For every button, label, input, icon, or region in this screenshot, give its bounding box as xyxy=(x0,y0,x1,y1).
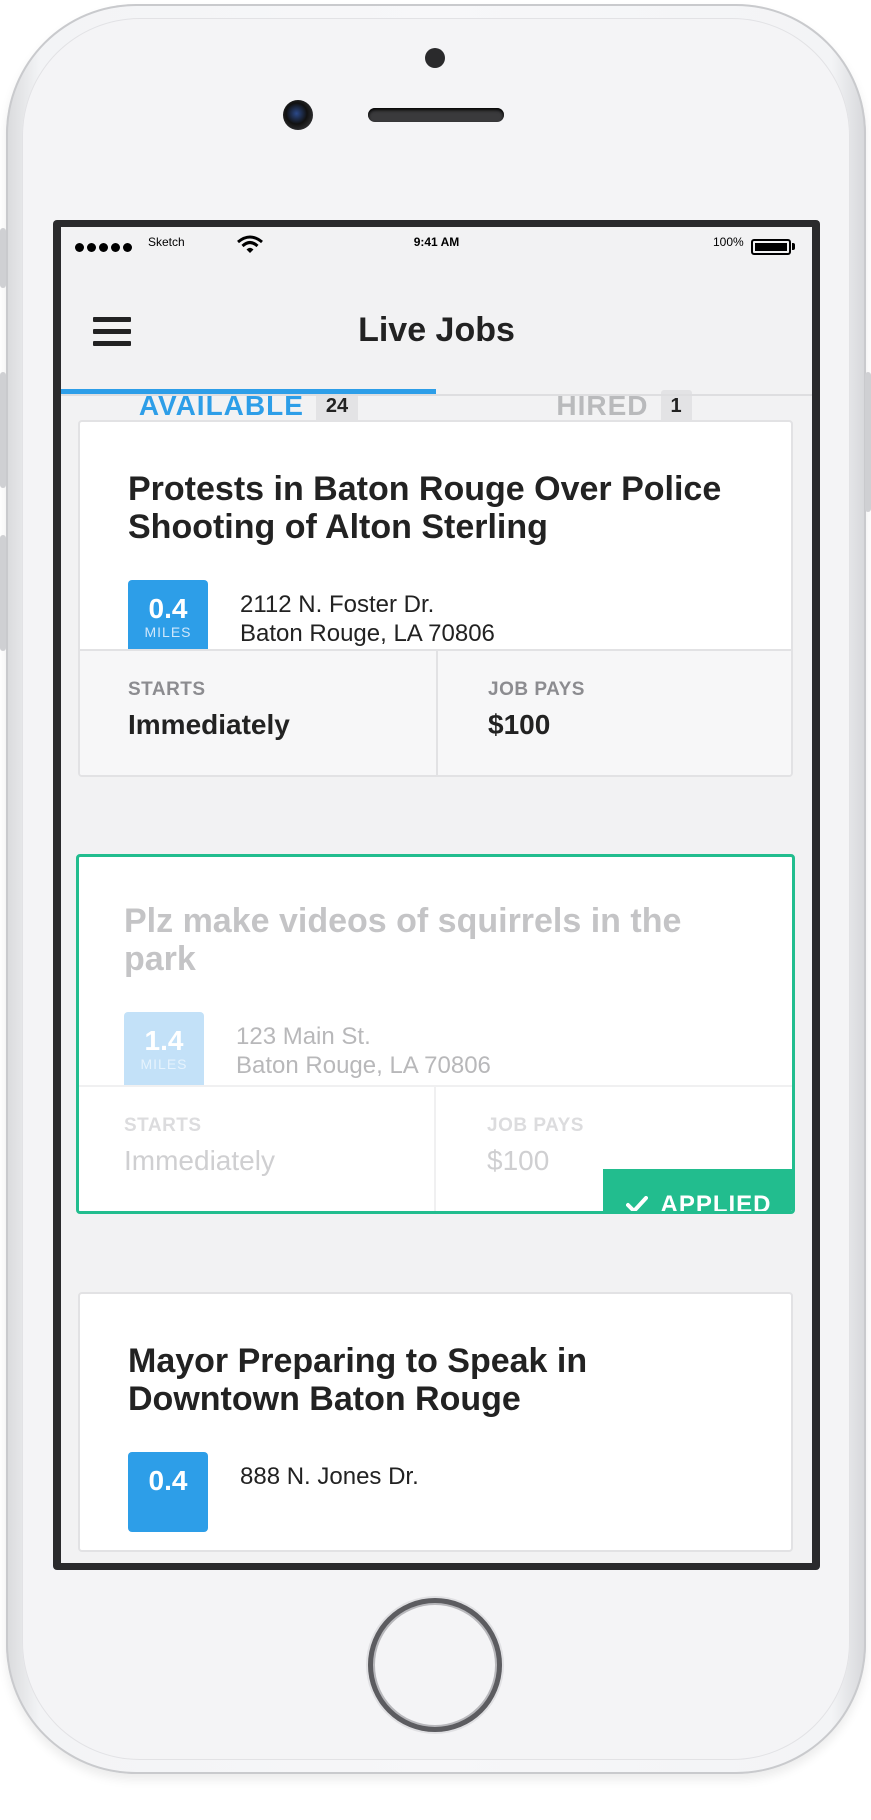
earpiece-speaker xyxy=(368,108,504,122)
address-line2: Baton Rouge, LA 70806 xyxy=(236,1052,491,1079)
volume-up-button xyxy=(0,372,6,488)
starts-column: STARTS Immediately xyxy=(80,651,438,775)
starts-value: Immediately xyxy=(124,1145,275,1176)
address-line2: Baton Rouge, LA 70806 xyxy=(240,620,495,647)
distance-unit: MILES xyxy=(144,624,192,640)
distance-badge: 0.4 xyxy=(128,1452,208,1532)
job-card[interactable]: Protests in Baton Rouge Over Police Shoo… xyxy=(78,420,793,777)
job-card-applied[interactable]: Plz make videos of squirrels in the park… xyxy=(76,854,795,1214)
proximity-sensor xyxy=(425,48,445,68)
address-line1: 888 N. Jones Dr. xyxy=(240,1463,419,1490)
battery-tip xyxy=(792,243,795,250)
checkmark-icon xyxy=(626,1196,649,1211)
job-address: 888 N. Jones Dr. xyxy=(240,1462,419,1491)
distance-value: 1.4 xyxy=(144,1025,184,1056)
page-title: Live Jobs xyxy=(358,311,515,349)
front-camera xyxy=(283,100,313,130)
volume-down-button xyxy=(0,535,6,651)
applied-label: APPLIED xyxy=(660,1191,772,1214)
starts-label: STARTS xyxy=(128,679,206,700)
power-button xyxy=(865,372,871,512)
distance-value: 0.4 xyxy=(148,593,188,624)
app-display: Sketch 9:41 AM 100% Live Jobs AVAILABLE … xyxy=(61,227,812,1563)
applied-badge: APPLIED xyxy=(603,1169,792,1214)
pays-label: JOB PAYS xyxy=(487,1115,584,1136)
battery-percent: 100% xyxy=(713,235,744,249)
job-details: STARTS Immediately JOB PAYS $100 xyxy=(80,649,791,775)
address-line1: 123 Main St. xyxy=(236,1023,371,1050)
status-bar: Sketch 9:41 AM 100% xyxy=(61,227,812,267)
pays-label: JOB PAYS xyxy=(488,679,585,700)
home-button[interactable] xyxy=(368,1598,502,1732)
starts-value: Immediately xyxy=(128,709,290,740)
starts-label: STARTS xyxy=(124,1115,202,1136)
pays-value: $100 xyxy=(487,1145,550,1176)
distance-value: 0.4 xyxy=(148,1465,188,1496)
job-address: 2112 N. Foster Dr. Baton Rouge, LA 70806 xyxy=(240,590,495,648)
job-title: Protests in Baton Rouge Over Police Shoo… xyxy=(128,470,722,546)
distance-badge: 1.4 MILES xyxy=(124,1012,204,1092)
address-line1: 2112 N. Foster Dr. xyxy=(240,591,435,618)
pays-column: JOB PAYS $100 xyxy=(438,651,791,775)
tab-divider xyxy=(61,394,812,396)
battery-icon xyxy=(751,239,791,255)
clock: 9:41 AM xyxy=(413,235,460,249)
job-card[interactable]: Mayor Preparing to Speak in Downtown Bat… xyxy=(78,1292,793,1552)
mute-switch xyxy=(0,228,6,288)
job-title: Mayor Preparing to Speak in Downtown Bat… xyxy=(128,1342,588,1418)
job-title: Plz make videos of squirrels in the park xyxy=(124,902,682,978)
starts-column: STARTS Immediately xyxy=(79,1087,436,1211)
distance-badge: 0.4 MILES xyxy=(128,580,208,660)
job-address: 123 Main St. Baton Rouge, LA 70806 xyxy=(236,1022,491,1080)
distance-unit: MILES xyxy=(140,1056,188,1072)
pays-value: $100 xyxy=(488,709,551,740)
